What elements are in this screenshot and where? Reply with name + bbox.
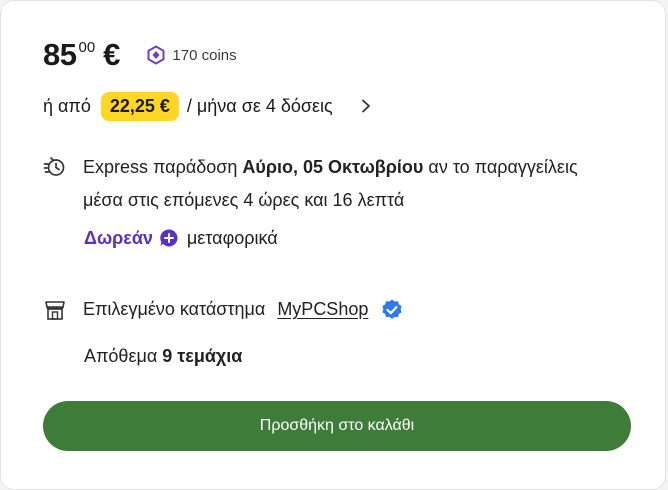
installments-row[interactable]: ή από 22,25 € / μήνα σε 4 δόσεις	[43, 90, 373, 122]
delivery-text: Express παράδοση Αύριο, 05 Οκτωβρίου αν …	[83, 151, 578, 217]
store-label: Επιλεγμένο κατάστημα	[83, 299, 266, 319]
express-clock-icon	[43, 157, 65, 176]
stock-row: Απόθεμα 9 τεμάχια	[84, 342, 242, 370]
installments-suffix: / μήνα σε 4 δόσεις	[186, 95, 333, 116]
product-buy-box: 85 00 € 170 coins ή από 22,25 € / μήνα σ…	[0, 0, 666, 490]
installment-amount-badge: 22,25 €	[100, 91, 179, 121]
delivery-text-after: αν το παραγγείλεις	[423, 157, 578, 177]
free-shipping-row: Δωρεάν μεταφορικά	[84, 223, 278, 253]
coins-text: 170 coins	[172, 46, 237, 64]
price-currency: €	[103, 37, 121, 72]
coin-hexagon-icon	[147, 45, 165, 65]
installments-prefix: ή από	[43, 95, 91, 116]
price-decimals: 00	[78, 39, 96, 56]
stock-value: 9 τεμάχια	[162, 346, 243, 366]
store-icon	[45, 300, 65, 320]
delivery-row: Express παράδοση Αύριο, 05 Οκτωβρίου αν …	[43, 151, 578, 217]
delivery-text-before: Express παράδοση	[83, 157, 243, 177]
verified-check-icon	[382, 299, 403, 319]
delivery-date: Αύριο, 05 Οκτωβρίου	[242, 157, 424, 177]
store-row: Επιλεγμένο κατάστημα MyPCShop	[43, 293, 404, 326]
coins-badge: 170 coins	[146, 45, 237, 65]
delivery-countdown: μέσα στις επόμενες 4 ώρες και 16 λεπτά	[83, 190, 405, 210]
store-link[interactable]: MyPCShop	[277, 293, 368, 326]
plus-badge-icon	[160, 229, 178, 247]
chevron-right-icon[interactable]	[359, 99, 373, 113]
price-integer: 85	[43, 37, 77, 72]
free-shipping-label: Δωρεάν	[84, 227, 153, 248]
stock-label: Απόθεμα	[84, 346, 163, 366]
free-shipping-rest: μεταφορικά	[186, 227, 278, 248]
add-to-cart-button[interactable]: Προσθήκη στο καλάθι	[43, 401, 631, 451]
price-row: 85 00 € 170 coins	[43, 37, 237, 73]
